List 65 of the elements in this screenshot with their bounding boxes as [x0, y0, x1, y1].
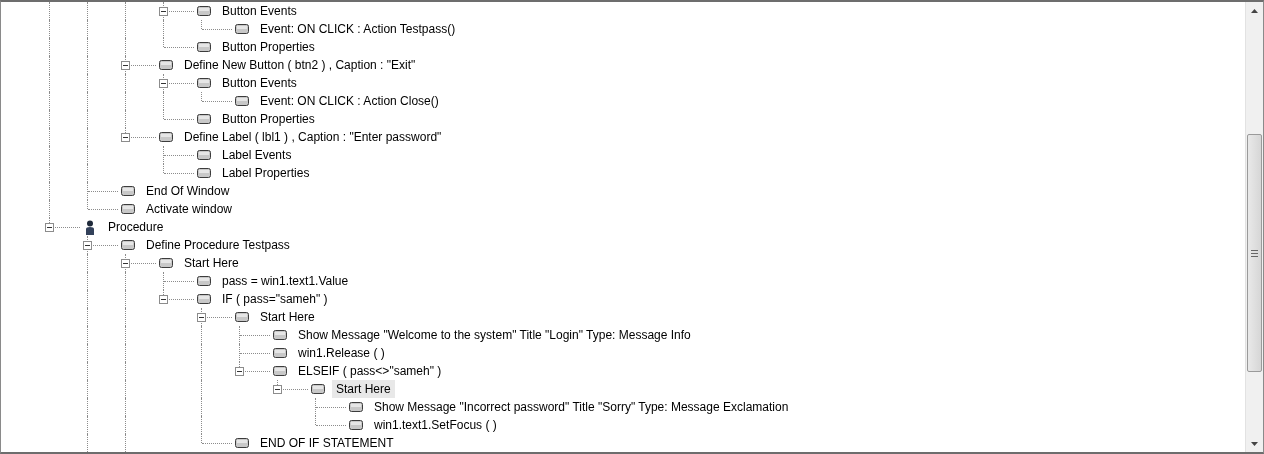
- collapse-button[interactable]: [121, 133, 130, 142]
- collapse-button[interactable]: [159, 79, 168, 88]
- node-label[interactable]: Procedure: [104, 218, 168, 236]
- collapse-button[interactable]: [159, 295, 168, 304]
- collapse-button[interactable]: [45, 223, 54, 232]
- collapse-button[interactable]: [273, 385, 282, 394]
- block-icon: [197, 150, 211, 160]
- scrollbar-thumb[interactable]: [1247, 134, 1262, 372]
- node-label[interactable]: END OF IF STATEMENT: [256, 434, 398, 452]
- block-icon: [197, 276, 211, 286]
- node-label[interactable]: Event: ON CLICK : Action Close(): [256, 92, 443, 110]
- node-label[interactable]: pass = win1.text1.Value: [218, 272, 353, 290]
- collapse-button[interactable]: [159, 7, 168, 16]
- node-label[interactable]: win1.Release ( ): [294, 344, 389, 362]
- block-icon: [235, 24, 249, 34]
- grip-icon: [1251, 249, 1258, 257]
- collapse-button[interactable]: [83, 241, 92, 250]
- node-label[interactable]: Start Here: [256, 308, 319, 326]
- node-label[interactable]: Label Events: [218, 146, 296, 164]
- block-icon: [349, 402, 363, 412]
- block-icon: [159, 60, 173, 70]
- person-icon: [85, 219, 95, 235]
- node-label[interactable]: Define Label ( lbl1 ) , Caption : "Enter password": [180, 128, 446, 146]
- node-label[interactable]: Start Here: [332, 380, 395, 398]
- block-icon: [159, 132, 173, 142]
- block-icon: [121, 186, 135, 196]
- block-icon: [235, 312, 249, 322]
- block-icon: [197, 78, 211, 88]
- node-label[interactable]: Button Events: [218, 74, 301, 92]
- node-label[interactable]: Label Properties: [218, 164, 314, 182]
- node-label[interactable]: win1.text1.SetFocus ( ): [370, 416, 501, 434]
- block-icon: [235, 96, 249, 106]
- block-icon: [197, 114, 211, 124]
- node-label[interactable]: Event: ON CLICK : Action Testpass(): [256, 20, 460, 38]
- collapse-button[interactable]: [235, 367, 244, 376]
- collapse-button[interactable]: [121, 259, 130, 268]
- node-label[interactable]: Button Properties: [218, 110, 319, 128]
- collapse-button[interactable]: [121, 61, 130, 70]
- block-icon: [273, 366, 287, 376]
- block-icon: [273, 348, 287, 358]
- block-icon: [235, 438, 249, 448]
- block-icon: [273, 330, 287, 340]
- scroll-up-icon[interactable]: [1251, 8, 1258, 13]
- scroll-down-icon[interactable]: [1251, 441, 1258, 446]
- node-label[interactable]: Activate window: [142, 200, 237, 218]
- node-label[interactable]: Show Message "Incorrect password" Title "Sorry" Type: Message Exclamation: [370, 398, 793, 416]
- collapse-button[interactable]: [197, 313, 206, 322]
- node-label[interactable]: End Of Window: [142, 182, 234, 200]
- node-label[interactable]: Define Procedure Testpass: [142, 236, 294, 254]
- node-label[interactable]: Button Events: [218, 2, 301, 20]
- block-icon: [121, 240, 135, 250]
- block-icon: [349, 420, 363, 430]
- node-label[interactable]: ELSEIF ( pass<>"sameh" ): [294, 362, 446, 380]
- node-label[interactable]: IF ( pass="sameh" ): [218, 290, 332, 308]
- block-icon: [311, 384, 325, 394]
- block-icon: [159, 258, 173, 268]
- block-icon: [197, 294, 211, 304]
- node-label[interactable]: Show Message "Welcome to the system" Title "Login" Type: Message Info: [294, 326, 695, 344]
- node-label[interactable]: Start Here: [180, 254, 243, 272]
- block-icon: [121, 204, 135, 214]
- block-icon: [197, 168, 211, 178]
- node-label[interactable]: Button Properties: [218, 38, 319, 56]
- node-label[interactable]: Define New Button ( btn2 ) , Caption : "Exit": [180, 56, 420, 74]
- block-icon: [197, 6, 211, 16]
- block-icon: [197, 42, 211, 52]
